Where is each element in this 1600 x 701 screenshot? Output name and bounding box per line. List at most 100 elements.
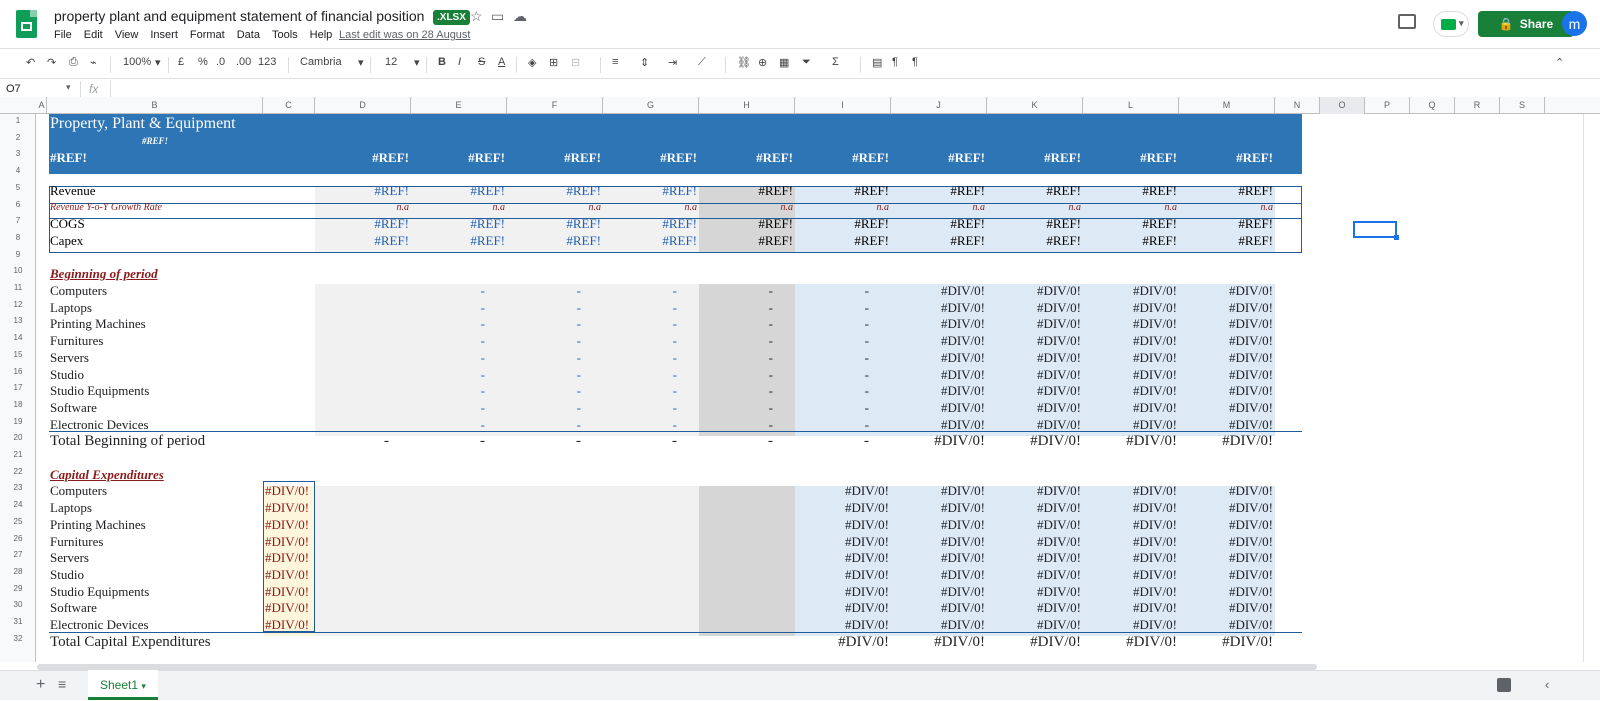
explore-icon[interactable] [1497,678,1511,692]
row-header-8[interactable]: 8 [0,233,35,242]
undo-icon[interactable]: ↶ [26,56,35,69]
currency-button[interactable]: £ [178,56,184,68]
menu-edit[interactable]: Edit [84,29,103,41]
column-header-a[interactable]: A [37,97,47,114]
column-header-d[interactable]: D [315,97,411,114]
row-header-21[interactable]: 21 [0,450,35,459]
side-panel-toggle-icon[interactable]: ‹ [1545,677,1549,692]
insert-comment-icon[interactable]: ⊕ [758,56,767,69]
row-header-10[interactable]: 10 [0,266,35,275]
menu-data[interactable]: Data [237,29,260,41]
row-header-11[interactable]: 11 [0,283,35,292]
row-header-29[interactable]: 29 [0,584,35,593]
row-header-19[interactable]: 19 [0,417,35,426]
row-header-32[interactable]: 32 [0,634,35,643]
last-edit-link[interactable]: Last edit was on 28 August [339,29,470,41]
account-avatar[interactable]: m [1562,11,1587,36]
row-header-23[interactable]: 23 [0,483,35,492]
column-header-o[interactable]: O [1320,97,1365,114]
redo-icon[interactable]: ↷ [47,56,56,69]
comments-icon[interactable] [1398,14,1416,29]
print-icon[interactable]: ⎙ [69,56,78,69]
column-header-h[interactable]: H [699,97,795,114]
filter-icon[interactable]: ⏷ [802,56,811,69]
row-header-13[interactable]: 13 [0,316,35,325]
zoom-select[interactable]: 100% [123,56,151,68]
ltr-icon[interactable]: ¶ [892,56,898,68]
move-folder-icon[interactable]: ▭ [491,8,504,25]
add-sheet-icon[interactable]: + [36,676,45,694]
row-header-15[interactable]: 15 [0,350,35,359]
borders-icon[interactable]: ⊞ [549,56,558,69]
cloud-status-icon[interactable]: ☁ [513,8,527,25]
font-select[interactable]: Cambria [300,56,342,68]
column-header-r[interactable]: R [1455,97,1500,114]
column-header-p[interactable]: P [1365,97,1410,114]
column-header-c[interactable]: C [263,97,315,114]
row-header-14[interactable]: 14 [0,333,35,342]
column-header-i[interactable]: I [795,97,891,114]
column-header-l[interactable]: L [1083,97,1179,114]
percent-button[interactable]: % [198,56,208,68]
column-header-g[interactable]: G [603,97,699,114]
tab-sheet1[interactable]: Sheet1 ▾ [88,670,158,700]
row-header-6[interactable]: 6 [0,200,35,209]
row-header-25[interactable]: 25 [0,517,35,526]
vertical-scrollbar[interactable] [1583,114,1600,662]
collapse-toolbar-icon[interactable]: ⌃ [1555,56,1564,69]
row-header-26[interactable]: 26 [0,534,35,543]
row-header-30[interactable]: 30 [0,600,35,609]
row-header-28[interactable]: 28 [0,567,35,576]
star-icon[interactable]: ☆ [470,8,483,25]
row-header-31[interactable]: 31 [0,617,35,626]
row-header-9[interactable]: 9 [0,250,35,259]
meet-button[interactable]: ▾ [1433,11,1469,37]
share-button[interactable]: 🔒 Share [1478,11,1574,37]
column-header-s[interactable]: S [1500,97,1545,114]
sheets-logo-icon[interactable] [16,10,37,38]
column-header-f[interactable]: F [507,97,603,114]
selected-cell-O7[interactable] [1353,221,1399,240]
text-color-button[interactable]: A [498,56,505,68]
paint-format-icon[interactable]: ⌁ [90,56,97,69]
row-header-17[interactable]: 17 [0,383,35,392]
row-header-1[interactable]: 1 [0,116,35,125]
row-header-12[interactable]: 12 [0,300,35,309]
insert-chart-icon[interactable]: ▦ [779,56,789,69]
row-header-7[interactable]: 7 [0,216,35,225]
horizontal-scrollbar[interactable] [37,662,1583,670]
more-formats-button[interactable]: 123 [258,56,276,68]
italic-button[interactable]: I [458,56,461,68]
row-header-27[interactable]: 27 [0,550,35,559]
freeze-icon[interactable]: ▤ [872,56,882,69]
row-header-16[interactable]: 16 [0,367,35,376]
merge-cells-icon[interactable]: ⊟ [571,56,580,69]
strikethrough-button[interactable]: S [478,56,485,68]
column-header-j[interactable]: J [891,97,987,114]
document-title[interactable]: property plant and equipment statement o… [54,8,424,24]
column-header-n[interactable]: N [1275,97,1320,114]
text-rotate-icon[interactable]: ⟋ [698,56,706,69]
fill-color-icon[interactable]: ◈ [528,56,536,69]
increase-decimal-button[interactable]: .00 [236,56,251,68]
align-horizontal-icon[interactable]: ≡ [612,56,618,68]
row-header-4[interactable]: 4 [0,166,35,175]
column-header-k[interactable]: K [987,97,1083,114]
name-box[interactable]: O7 [6,83,21,95]
row-header-18[interactable]: 18 [0,400,35,409]
row-header-3[interactable]: 3 [0,149,35,158]
menu-view[interactable]: View [115,29,139,41]
column-header-q[interactable]: Q [1410,97,1455,114]
menu-file[interactable]: File [54,29,72,41]
row-header-22[interactable]: 22 [0,467,35,476]
font-size-select[interactable]: 12 [385,56,397,68]
column-header-e[interactable]: E [411,97,507,114]
column-header-m[interactable]: M [1179,97,1275,114]
row-header-2[interactable]: 2 [0,133,35,142]
text-wrap-icon[interactable]: ⇥ [668,56,677,69]
menu-help[interactable]: Help [310,29,333,41]
insert-link-icon[interactable]: ⛓ [737,56,751,69]
menu-insert[interactable]: Insert [150,29,178,41]
row-header-20[interactable]: 20 [0,433,35,442]
all-sheets-icon[interactable]: ≡ [58,676,66,692]
